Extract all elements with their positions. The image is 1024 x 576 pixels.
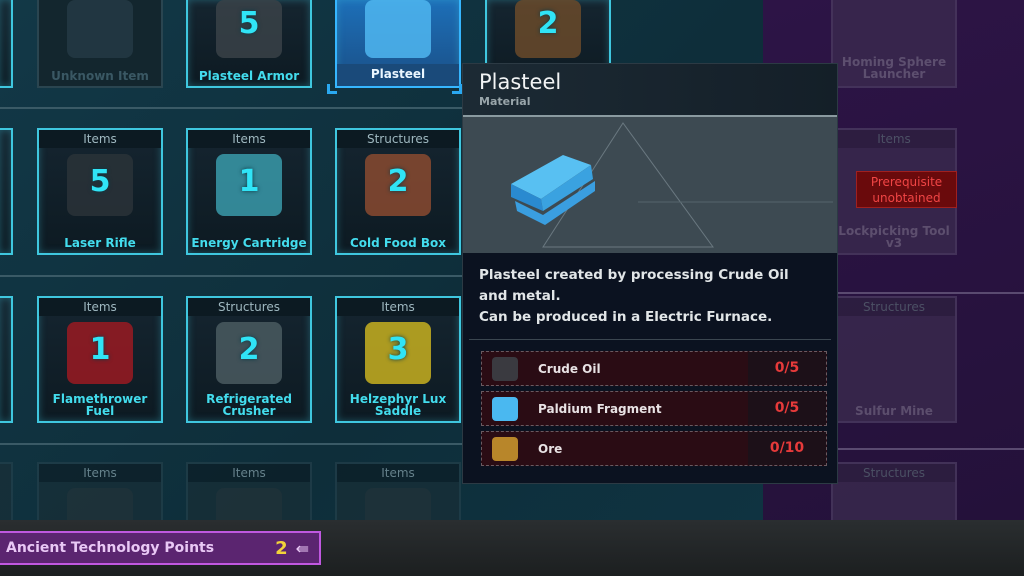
card-category: Items bbox=[833, 130, 955, 148]
plasteel-icon bbox=[511, 122, 833, 248]
tech-card[interactable]: Structures 2 Cold Food Box bbox=[335, 128, 461, 255]
technology-points-count: 2 bbox=[275, 537, 288, 559]
tech-card[interactable]: 5 Plasteel Armor bbox=[186, 0, 312, 88]
description-line: Plasteel created by processing Crude Oil… bbox=[479, 267, 789, 304]
item-icon bbox=[67, 0, 133, 58]
card-category: Items bbox=[188, 130, 310, 148]
card-category: Items bbox=[188, 464, 310, 482]
divider bbox=[469, 339, 831, 340]
tooltip-description: Plasteel created by processing Crude Oil… bbox=[463, 253, 837, 339]
card-name: Plasteel bbox=[337, 64, 459, 86]
tech-card[interactable]: Plasteel bbox=[335, 0, 461, 88]
technology-points-bar: Ancient Technology Points 2 ⇚ bbox=[0, 531, 321, 565]
materials-list: Crude Oil 0/5 Paldium Fragment 0/5 Ore 0/10 bbox=[481, 351, 827, 471]
tech-card[interactable]: Structures 2 Refrigerated Crusher bbox=[186, 296, 312, 423]
tech-card-partial[interactable] bbox=[0, 462, 13, 520]
unlock-level: 2 bbox=[387, 164, 409, 199]
unlock-level: 2 bbox=[537, 6, 559, 41]
card-name: Sulfur Mine bbox=[855, 404, 933, 418]
technology-points-label: Ancient Technology Points bbox=[6, 540, 215, 556]
tech-card[interactable]: Items 1 Flamethrower Fuel bbox=[37, 296, 163, 423]
card-category: Structures bbox=[337, 130, 459, 148]
tooltip-title: Plasteel bbox=[479, 70, 562, 94]
unlock-level: 5 bbox=[89, 164, 111, 199]
material-quantity: 0/5 bbox=[748, 392, 826, 425]
card-name: Laser Rifle bbox=[64, 236, 136, 250]
locked-tech-card[interactable]: Structures Sulfur Mine bbox=[831, 296, 957, 423]
card-category: Items bbox=[337, 298, 459, 316]
tech-card-partial[interactable] bbox=[0, 296, 13, 423]
card-name: Homing Sphere Launcher bbox=[841, 55, 947, 81]
tech-card[interactable]: Items bbox=[335, 462, 461, 520]
tech-card[interactable]: Items 3 Helzephyr Lux Saddle bbox=[335, 296, 461, 423]
card-name: Flamethrower Fuel bbox=[52, 392, 148, 418]
tech-card-partial[interactable] bbox=[0, 0, 13, 88]
item-icon bbox=[365, 488, 431, 520]
selection-corner bbox=[452, 84, 462, 94]
card-name: Refrigerated Crusher bbox=[206, 392, 292, 418]
card-name: Plasteel Armor bbox=[198, 69, 300, 83]
tech-card-partial[interactable] bbox=[0, 128, 13, 255]
tech-card[interactable]: Items bbox=[186, 462, 312, 520]
card-name: Unknown Item bbox=[51, 69, 149, 83]
ancient-tech-icon: ⇚ bbox=[295, 538, 309, 558]
card-name: Helzephyr Lux Saddle bbox=[349, 392, 447, 418]
card-name: Lockpicking Tool v3 bbox=[838, 224, 950, 250]
tech-card[interactable]: Unknown Item bbox=[37, 0, 163, 88]
description-line: Can be produced in a Electric Furnace. bbox=[479, 309, 773, 325]
tooltip-image bbox=[463, 117, 837, 253]
material-quantity: 0/5 bbox=[748, 352, 826, 385]
card-name: Energy Cartridge bbox=[191, 236, 307, 250]
card-category: Items bbox=[39, 130, 161, 148]
material-row: Paldium Fragment 0/5 bbox=[481, 391, 827, 426]
unlock-level: 5 bbox=[238, 6, 260, 41]
material-quantity: 0/10 bbox=[748, 432, 826, 465]
card-name: Cold Food Box bbox=[349, 236, 447, 250]
material-name: Paldium Fragment bbox=[538, 401, 662, 416]
card-category: Items bbox=[39, 464, 161, 482]
locked-tech-card[interactable]: Homing Sphere Launcher bbox=[831, 0, 957, 88]
locked-tech-card[interactable]: Structures bbox=[831, 462, 957, 520]
unlock-level: 3 bbox=[387, 332, 409, 367]
item-icon bbox=[365, 0, 431, 58]
unlock-level: 1 bbox=[238, 164, 260, 199]
tooltip-header: Plasteel Material bbox=[463, 64, 837, 117]
material-name: Ore bbox=[538, 441, 563, 456]
material-name: Crude Oil bbox=[538, 361, 601, 376]
paldium-fragment-icon bbox=[492, 396, 518, 421]
crude-oil-icon bbox=[492, 356, 518, 381]
item-icon bbox=[67, 488, 133, 520]
card-category: Items bbox=[39, 298, 161, 316]
unlock-level: 1 bbox=[89, 332, 111, 367]
tech-card[interactable]: Items bbox=[37, 462, 163, 520]
material-row: Ore 0/10 bbox=[481, 431, 827, 466]
ore-icon bbox=[492, 436, 518, 461]
material-row: Crude Oil 0/5 bbox=[481, 351, 827, 386]
item-icon bbox=[216, 488, 282, 520]
card-category: Structures bbox=[188, 298, 310, 316]
unlock-level: 2 bbox=[238, 332, 260, 367]
card-category: Items bbox=[337, 464, 459, 482]
item-tooltip: Plasteel Material Plasteel created by pr… bbox=[462, 63, 838, 484]
prerequisite-warning: Prerequisite unobtained bbox=[856, 171, 957, 208]
card-category: Structures bbox=[833, 464, 955, 482]
tech-card[interactable]: Items 5 Laser Rifle bbox=[37, 128, 163, 255]
tooltip-subtitle: Material bbox=[479, 95, 531, 108]
tech-card[interactable]: Items 1 Energy Cartridge bbox=[186, 128, 312, 255]
selection-corner bbox=[327, 84, 337, 94]
card-category: Structures bbox=[833, 298, 955, 316]
